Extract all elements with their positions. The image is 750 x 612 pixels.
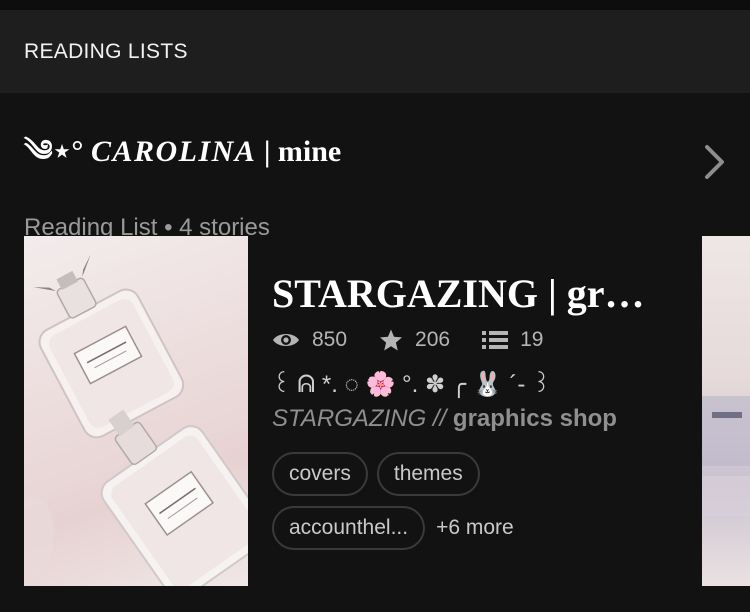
tag-accounthelp[interactable]: accounthel... [272, 506, 426, 550]
reading-list-title[interactable]: ༄⋆° CAROLINA | mine [24, 118, 714, 202]
top-strip [0, 0, 750, 10]
tag-row: accounthel... +6 more [272, 506, 702, 550]
story-cover[interactable] [24, 236, 248, 586]
star-icon [380, 329, 403, 351]
list-icon [482, 331, 509, 349]
next-cover-image [702, 396, 750, 516]
story-stats: 850 206 19 [272, 328, 575, 352]
votes-stat: 206 [379, 328, 450, 352]
reading-list-header[interactable]: ༄⋆° CAROLINA | mine Reading List • 4 sto… [24, 118, 714, 242]
views-count: 850 [312, 328, 348, 351]
views-stat: 850 [272, 328, 347, 352]
tag-covers[interactable]: covers [272, 452, 368, 496]
description-italic: STARGAZING // [272, 405, 447, 432]
eye-icon [273, 334, 299, 346]
more-tags-link[interactable]: +6 more [436, 516, 514, 540]
tag-themes[interactable]: themes [376, 452, 480, 496]
story-title[interactable]: STARGAZING | graphics shop [272, 270, 652, 317]
perfume-bottles-image [24, 254, 248, 586]
story-description: STARGAZING // graphics shop [272, 405, 652, 433]
story-decoration-line: ꒰ ᕱ *. ◌ 🌸 °. ✽ ╭ 🐰 ´- ꒱ [272, 371, 551, 398]
title-name: CAROLINA [90, 135, 257, 168]
next-story-cover[interactable] [702, 236, 750, 586]
tag-row: covers themes [272, 452, 702, 496]
title-decoration: ༄⋆° [24, 135, 84, 168]
section-title: READING LISTS [24, 39, 188, 63]
description-bold: graphics shop [446, 405, 617, 432]
story-tags: covers themes accounthel... +6 more [272, 452, 702, 560]
chevron-right-icon[interactable] [700, 142, 728, 182]
title-suffix: | mine [263, 135, 342, 168]
parts-count: 19 [520, 328, 544, 351]
parts-stat: 19 [482, 328, 543, 352]
votes-count: 206 [415, 328, 451, 351]
section-header: READING LISTS [0, 10, 750, 93]
